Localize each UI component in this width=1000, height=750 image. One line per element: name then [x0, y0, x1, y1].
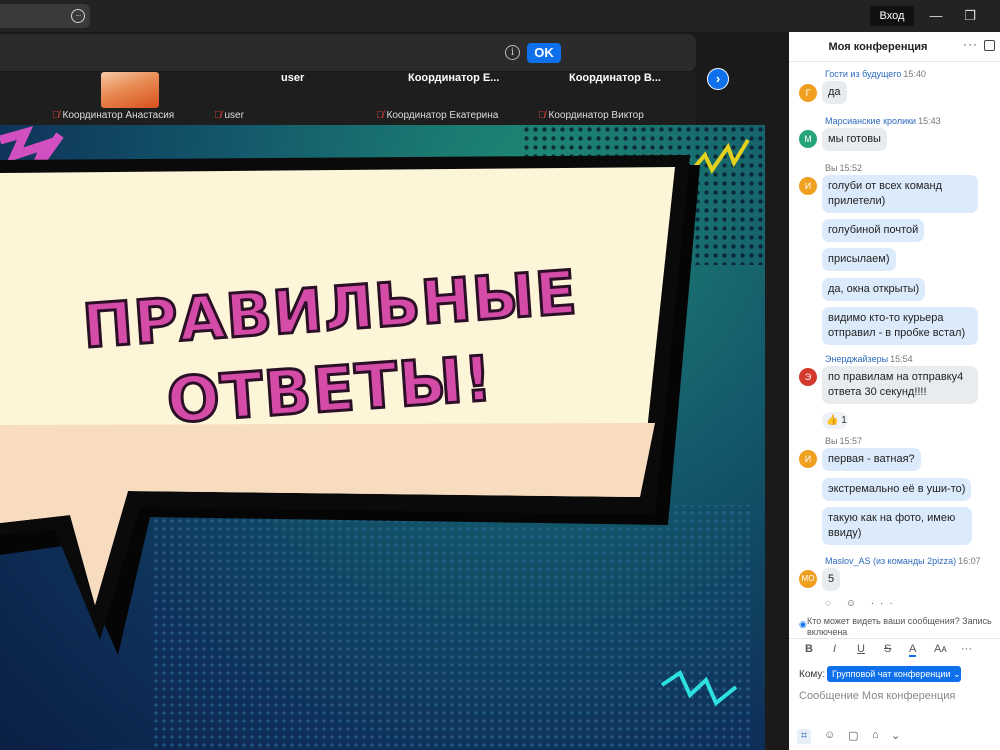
message-bubble[interactable]: экстремально её в уши-то)	[822, 478, 972, 501]
message-bubble[interactable]: голубиной почтой	[822, 219, 925, 242]
message-bubble[interactable]: первая - ватная?	[822, 448, 921, 471]
participant-label: 🎙̸ user	[214, 110, 244, 121]
format-more-button[interactable]: ···	[961, 643, 972, 655]
chat-panel: Моя конференция ··· Гости из будущего 15:…	[789, 32, 1000, 750]
participant-tile[interactable]: 🎙̸ Координатор Анастасия	[40, 72, 190, 125]
info-icon[interactable]: i	[505, 45, 520, 60]
message-bubble[interactable]: да	[822, 81, 847, 104]
message-sender: Вы 15:52	[825, 163, 863, 173]
code-snippet-icon[interactable]: ⌂	[872, 729, 879, 741]
strikethrough-button[interactable]: S	[884, 643, 891, 655]
top-bar: ··· Вход — ❐	[0, 0, 1000, 32]
message-sender: Вы 15:57	[825, 436, 863, 446]
meeting-search-pill[interactable]: ···	[0, 4, 90, 28]
muted-mic-icon: 🎙̸	[538, 110, 546, 121]
message-bubble[interactable]: 5	[822, 568, 841, 591]
who-can-see-link[interactable]: Кто может видеть ваши сообщения? Запись …	[807, 616, 1000, 638]
participant-name: user	[281, 72, 305, 84]
popout-icon[interactable]	[984, 40, 995, 51]
font-size-button[interactable]: Aᴀ	[934, 643, 947, 655]
participant-tile[interactable]: Координатор Е... 🎙̸ Координатор Екатерина	[370, 72, 530, 125]
zoom-meeting-window: ··· Вход — ❐ i OK 🎙̸ Координатор Анастаси…	[0, 0, 1000, 750]
message-sender: Гости из будущего 15:40	[825, 69, 926, 79]
tools-more-icon[interactable]: ⌄	[891, 729, 900, 742]
chat-header: Моя конференция ···	[789, 32, 1000, 62]
italic-button[interactable]: I	[833, 643, 836, 655]
chat-title: Моя конференция	[828, 41, 928, 53]
participant-video-thumbnail	[101, 72, 159, 108]
message-sender: Марсианские кролики 15:43	[825, 116, 941, 126]
minimize-button[interactable]: —	[924, 4, 948, 28]
avatar: MО	[799, 570, 817, 588]
shared-screen-slide: ПРАВИЛЬНЫЕ ОТВЕТЫ!	[0, 125, 765, 750]
more-options-icon[interactable]: ···	[71, 9, 85, 23]
message-bubble[interactable]: по правилам на отправку4 ответа 30 секун…	[822, 366, 978, 404]
font-color-button[interactable]: A	[909, 643, 917, 657]
muted-mic-icon: 🎙̸	[214, 110, 222, 121]
screenshot-tool-icon[interactable]: ⌗	[797, 729, 812, 744]
participant-name: Координатор Е...	[408, 72, 500, 84]
recipient-label: Кому:	[799, 669, 826, 680]
next-page-button[interactable]: ›	[707, 68, 729, 90]
message-sender: Maslov_AS (из команды 2pizza) 16:07	[825, 556, 981, 566]
format-toolbar: B I U S A Aᴀ ···	[789, 638, 1000, 660]
message-input[interactable]	[799, 686, 994, 706]
participant-label: 🎙̸ Координатор Екатерина	[376, 110, 499, 121]
ok-button[interactable]: OK	[527, 43, 561, 63]
recipient-select[interactable]: Групповой чат конференции ⌄	[827, 666, 961, 682]
participant-tile[interactable]: Координатор В... 🎙̸ Координатор Виктор	[535, 72, 695, 125]
avatar: М	[799, 130, 817, 148]
restore-button[interactable]: ❐	[958, 4, 982, 28]
sign-in-button[interactable]: Вход	[870, 6, 914, 26]
participant-label: 🎙̸ Координатор Анастасия	[52, 110, 175, 121]
message-bubble[interactable]: мы готовы	[822, 128, 887, 151]
message-bubble[interactable]: видимо кто-то курьера отправил - в пробк…	[822, 307, 978, 345]
chat-more-icon[interactable]: ···	[963, 37, 978, 51]
emoji-icon[interactable]: ☺	[824, 729, 835, 741]
avatar: И	[799, 450, 817, 468]
participants-strip: 🎙̸ Координатор Анастасия user 🎙̸ user Коор…	[0, 72, 696, 125]
file-icon[interactable]: ▢	[848, 729, 858, 742]
bold-button[interactable]: B	[805, 643, 813, 655]
chat-message-list[interactable]: Гости из будущего 15:40 Г да Марсианские …	[789, 64, 1000, 634]
participant-name: Координатор В...	[569, 72, 661, 84]
participant-label: 🎙̸ Координатор Виктор	[538, 110, 644, 121]
message-bubble[interactable]: голуби от всех команд прилетели)	[822, 175, 978, 213]
message-bubble[interactable]: такую как на фото, имею ввиду)	[822, 507, 972, 545]
muted-mic-icon: 🎙̸	[376, 110, 384, 121]
message-bubble[interactable]: присылаем)	[822, 248, 896, 271]
message-actions[interactable]: ◌ ☺ ···	[825, 598, 899, 609]
underline-button[interactable]: U	[857, 643, 865, 655]
thumbs-up-reaction[interactable]: 👍 1	[822, 412, 848, 429]
chat-bottom-toolbar: ⌗ ☺ ▢ ⌂ ⌄	[789, 724, 1000, 750]
visibility-icon: ◉	[799, 619, 807, 629]
participant-tile[interactable]: user 🎙̸ user	[200, 72, 350, 125]
avatar: И	[799, 177, 817, 195]
notification-bar: i OK	[0, 34, 696, 71]
avatar: Э	[799, 368, 817, 386]
avatar: Г	[799, 84, 817, 102]
message-bubble[interactable]: да, окна открыты)	[822, 278, 926, 301]
message-sender: Энерджайзеры 15:54	[825, 354, 913, 364]
muted-mic-icon: 🎙̸	[52, 110, 60, 121]
